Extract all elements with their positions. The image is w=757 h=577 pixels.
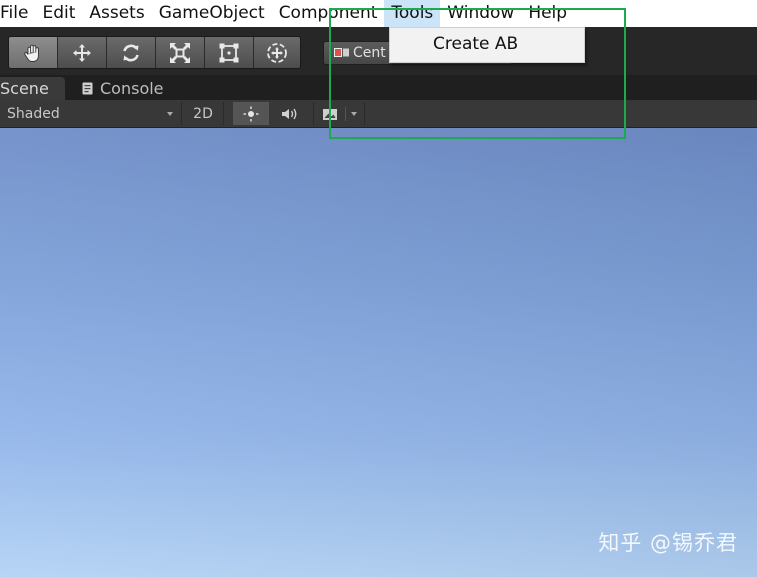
lighting-toggle[interactable] bbox=[233, 102, 269, 125]
rotate-icon bbox=[123, 44, 139, 61]
fx-dropdown-arrow-icon bbox=[350, 111, 357, 116]
menu-window[interactable]: Window bbox=[440, 0, 521, 27]
rotate-tool-button[interactable] bbox=[107, 37, 156, 68]
shading-mode-dropdown[interactable]: Shaded bbox=[0, 102, 182, 125]
move-tool-button[interactable] bbox=[58, 37, 107, 68]
scale-icon bbox=[170, 42, 190, 63]
menu-file[interactable]: File bbox=[0, 0, 35, 27]
main-toolbar: Cent bbox=[0, 27, 757, 75]
tools-dropdown-menu: Create AB bbox=[389, 27, 585, 63]
menu-help[interactable]: Help bbox=[521, 0, 574, 27]
sun-icon bbox=[243, 106, 259, 121]
hand-icon bbox=[24, 44, 39, 62]
menu-item-create-ab[interactable]: Create AB bbox=[433, 34, 518, 54]
hand-tool-button[interactable] bbox=[9, 37, 58, 68]
transform-icon bbox=[267, 42, 287, 63]
tab-console[interactable]: Console bbox=[82, 77, 164, 100]
pivot-icon bbox=[334, 48, 349, 57]
view-tabs: Scene Console bbox=[0, 75, 757, 100]
dropdown-arrow-icon bbox=[167, 112, 173, 116]
move-icon bbox=[73, 43, 91, 62]
image-effects-icon bbox=[322, 108, 337, 120]
menu-assets[interactable]: Assets bbox=[82, 0, 151, 27]
transform-tools bbox=[8, 36, 301, 69]
console-tab-label: Console bbox=[100, 79, 164, 98]
watermark: 知乎 @锡乔君 bbox=[598, 531, 738, 555]
rect-transform-icon bbox=[219, 43, 239, 62]
menu-bar: File Edit Assets GameObject Component To… bbox=[0, 0, 757, 27]
speaker-icon bbox=[282, 108, 297, 119]
console-icon bbox=[82, 82, 93, 95]
effects-dropdown[interactable] bbox=[313, 102, 365, 125]
shading-mode-label: Shaded bbox=[7, 105, 60, 122]
rect-tool-button[interactable] bbox=[205, 37, 254, 68]
scale-tool-button[interactable] bbox=[156, 37, 205, 68]
menu-gameobject[interactable]: GameObject bbox=[152, 0, 272, 27]
menu-component[interactable]: Component bbox=[272, 0, 385, 27]
tab-scene[interactable]: Scene bbox=[0, 77, 65, 100]
menu-edit[interactable]: Edit bbox=[35, 0, 82, 27]
audio-toggle[interactable] bbox=[272, 102, 308, 125]
scene-viewport[interactable] bbox=[0, 128, 757, 577]
menu-tools[interactable]: Tools bbox=[384, 0, 441, 27]
2d-toggle[interactable]: 2D bbox=[183, 102, 224, 125]
transform-tool-button[interactable] bbox=[254, 37, 300, 68]
scene-toolbar: Shaded 2D bbox=[0, 100, 757, 128]
pivot-label: Cent bbox=[353, 45, 386, 61]
